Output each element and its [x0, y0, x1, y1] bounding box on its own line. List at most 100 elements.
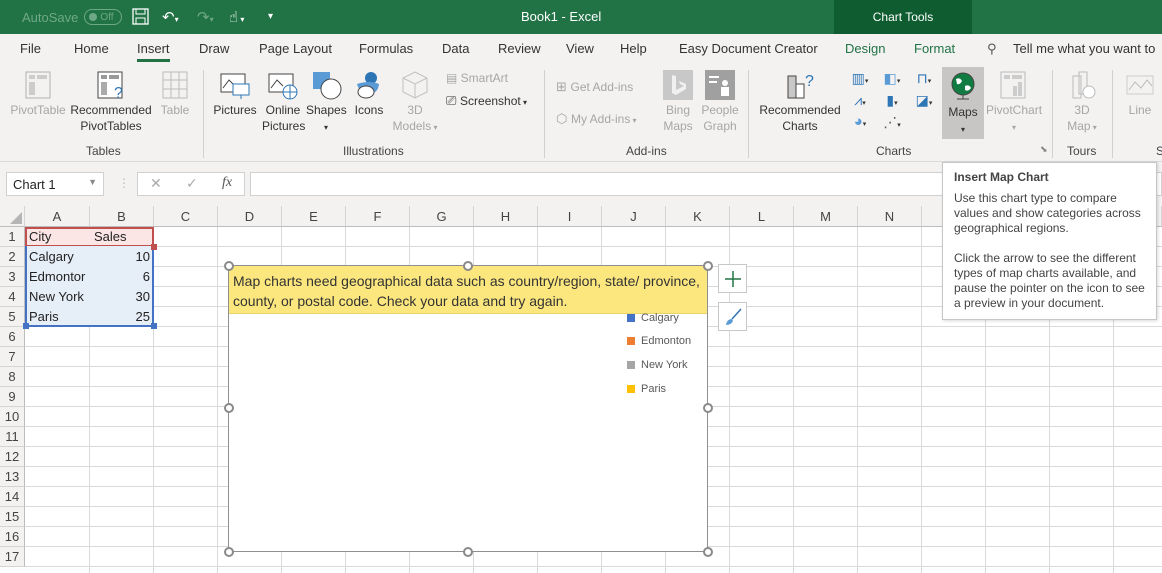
cell-a2[interactable]: Calgary [26, 247, 89, 267]
column-header-h[interactable]: H [474, 206, 538, 227]
hierarchy-chart-button[interactable]: ◧▾ [878, 70, 906, 90]
row-header-1[interactable]: 1 [0, 227, 25, 247]
maps-button[interactable]: Maps ▾ [942, 67, 984, 139]
legend-entry[interactable]: Edmonton [627, 335, 691, 347]
row-header-2[interactable]: 2 [0, 247, 25, 267]
tab-home[interactable]: Home [74, 41, 109, 56]
tab-format[interactable]: Format [914, 41, 955, 56]
undo-icon[interactable]: ↶▾ [162, 8, 179, 26]
column-header-k[interactable]: K [666, 206, 730, 227]
tab-formulas[interactable]: Formulas [359, 41, 413, 56]
tab-insert[interactable]: Insert [137, 41, 170, 62]
row-header-9[interactable]: 9 [0, 387, 25, 407]
column-header-f[interactable]: F [346, 206, 410, 227]
column-header-m[interactable]: M [794, 206, 858, 227]
touch-mode-icon[interactable]: ☝ ▾ [229, 8, 244, 26]
autosave-toggle[interactable]: AutoSave Off [22, 0, 123, 34]
chevron-down-icon[interactable]: ▼ [88, 177, 97, 187]
recommended-charts-button[interactable]: ? Recommended Charts [756, 70, 844, 134]
tab-design[interactable]: Design [845, 41, 885, 56]
row-header-11[interactable]: 11 [0, 427, 25, 447]
resize-handle[interactable] [224, 261, 234, 271]
screenshot-button[interactable]: ⎚ Screenshot ▾ [446, 93, 527, 111]
row-header-16[interactable]: 16 [0, 527, 25, 547]
recommended-pivottables-button[interactable]: ? Recommended PivotTables [68, 70, 154, 134]
insert-function-icon[interactable]: fx [222, 175, 232, 191]
column-header-d[interactable]: D [218, 206, 282, 227]
legend-entry[interactable]: Paris [627, 383, 666, 395]
cell-a1[interactable]: City [26, 227, 89, 247]
cell-b5[interactable]: 25 [91, 307, 153, 327]
resize-handle[interactable] [224, 547, 234, 557]
column-header-b[interactable]: B [90, 206, 154, 227]
column-header-c[interactable]: C [154, 206, 218, 227]
row-header-12[interactable]: 12 [0, 447, 25, 467]
charts-dialog-launcher-icon[interactable]: ⬊ [1040, 144, 1048, 155]
autosave-switch[interactable]: Off [84, 9, 123, 25]
column-header-l[interactable]: L [730, 206, 794, 227]
row-header-14[interactable]: 14 [0, 487, 25, 507]
select-all-button[interactable] [0, 206, 25, 227]
column-header-i[interactable]: I [538, 206, 602, 227]
pie-chart-button[interactable]: ◕▾ [846, 114, 874, 133]
cell-b3[interactable]: 6 [91, 267, 153, 287]
row-header-6[interactable]: 6 [0, 327, 25, 347]
resize-handle[interactable] [224, 403, 234, 413]
combo-chart-button[interactable]: ◪▾ [910, 92, 938, 112]
legend-entry[interactable]: New York [627, 359, 687, 371]
tab-easy-document-creator[interactable]: Easy Document Creator [679, 41, 818, 56]
row-header-10[interactable]: 10 [0, 407, 25, 427]
column-header-n[interactable]: N [858, 206, 922, 227]
statistic-chart-button[interactable]: ▮▾ [878, 92, 906, 112]
tab-review[interactable]: Review [498, 41, 541, 56]
tab-page-layout[interactable]: Page Layout [259, 41, 332, 56]
icons-button[interactable]: Icons [350, 70, 388, 118]
tab-help[interactable]: Help [620, 41, 647, 56]
tab-file[interactable]: File [20, 41, 41, 56]
globe-icon [951, 72, 975, 100]
row-header-8[interactable]: 8 [0, 367, 25, 387]
waterfall-chart-button[interactable]: ⊓▾ [910, 70, 938, 90]
column-header-a[interactable]: A [25, 206, 90, 227]
column-chart-button[interactable]: ▥▾ [846, 70, 874, 90]
row-header-15[interactable]: 15 [0, 507, 25, 527]
cell-a3[interactable]: Edmontor [26, 267, 89, 287]
cell-b1[interactable]: Sales [91, 227, 153, 247]
resize-handle[interactable] [463, 547, 473, 557]
column-header-j[interactable]: J [602, 206, 666, 227]
tab-view[interactable]: View [566, 41, 594, 56]
row-header-13[interactable]: 13 [0, 467, 25, 487]
cell-a4[interactable]: New York [26, 287, 89, 307]
scatter-chart-button[interactable]: ⋰▾ [878, 114, 906, 134]
pictures-button[interactable]: Pictures [212, 70, 258, 118]
column-header-g[interactable]: G [410, 206, 474, 227]
shapes-button[interactable]: Shapes ▾ [306, 70, 347, 136]
cancel-icon[interactable]: ✕ [150, 175, 162, 192]
resize-handle[interactable] [703, 547, 713, 557]
map-chart[interactable]: Map charts need geographical data such a… [228, 265, 708, 552]
name-box[interactable]: Chart 1 ▼ [6, 172, 104, 196]
tell-me-input[interactable]: Tell me what you want to [1013, 41, 1155, 56]
customize-qat-icon[interactable]: ▾ [268, 11, 273, 22]
cell-b2[interactable]: 10 [91, 247, 153, 267]
legend-entry[interactable]: Calgary [627, 312, 679, 324]
row-header-4[interactable]: 4 [0, 287, 25, 307]
cell-a5[interactable]: Paris [26, 307, 89, 327]
row-header-17[interactable]: 17 [0, 547, 25, 567]
resize-handle[interactable] [703, 403, 713, 413]
row-header-7[interactable]: 7 [0, 347, 25, 367]
column-header-e[interactable]: E [282, 206, 346, 227]
row-header-5[interactable]: 5 [0, 307, 25, 327]
chart-styles-button[interactable] [718, 302, 747, 331]
line-chart-button[interactable]: ⩘▾ [846, 92, 874, 112]
row-header-3[interactable]: 3 [0, 267, 25, 287]
chart-elements-button[interactable] [718, 264, 747, 293]
save-icon[interactable] [132, 8, 149, 29]
tab-data[interactable]: Data [442, 41, 469, 56]
online-pictures-button[interactable]: Online Pictures [262, 70, 305, 134]
tab-draw[interactable]: Draw [199, 41, 229, 56]
resize-handle[interactable] [703, 261, 713, 271]
cell-b4[interactable]: 30 [91, 287, 153, 307]
enter-icon[interactable]: ✓ [186, 175, 198, 192]
resize-handle[interactable] [463, 261, 473, 271]
